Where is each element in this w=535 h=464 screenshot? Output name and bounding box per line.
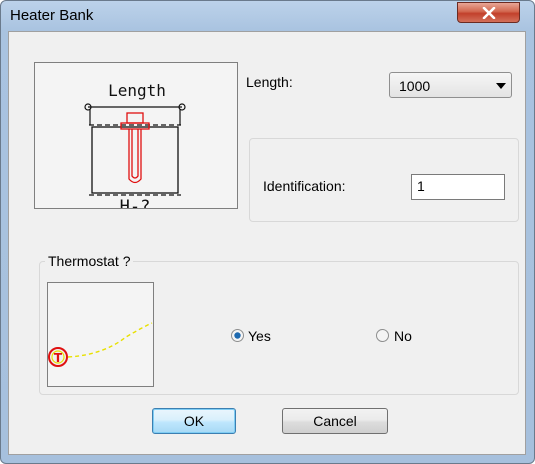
dialog-window: Heater Bank Length H-? Length: 1000 Iden… xyxy=(0,0,535,464)
title-bar[interactable]: Heater Bank xyxy=(1,1,534,31)
no-label[interactable]: No xyxy=(394,328,412,344)
length-label: Length: xyxy=(246,74,293,90)
close-icon xyxy=(482,7,496,19)
thermostat-picture: T xyxy=(47,282,154,387)
thermostat-group-title: Thermostat ? xyxy=(45,253,134,269)
picture-length-label: Length xyxy=(108,81,166,100)
picture-identification-label: H-? xyxy=(120,197,151,208)
yes-label[interactable]: Yes xyxy=(248,328,271,344)
ok-button[interactable]: OK xyxy=(152,408,236,434)
yes-radio[interactable] xyxy=(231,329,244,342)
thermostat-diagram: T xyxy=(48,322,153,367)
close-button[interactable] xyxy=(457,2,520,23)
identification-label: Identification: xyxy=(263,178,346,194)
cancel-button[interactable]: Cancel xyxy=(282,408,388,434)
length-dropdown[interactable]: 1000 xyxy=(389,72,512,98)
no-radio[interactable] xyxy=(376,329,389,342)
heater-bank-picture: Length H-? xyxy=(34,62,238,217)
identification-input[interactable]: 1 xyxy=(411,174,505,200)
dialog-client-area: Length H-? Length: 1000 Identification: … xyxy=(8,31,526,455)
thermostat-symbol: T xyxy=(54,351,63,365)
length-value: 1000 xyxy=(399,78,431,94)
chevron-down-icon xyxy=(496,83,506,89)
heater-bank-diagram: Length H-? xyxy=(84,81,186,217)
window-title: Heater Bank xyxy=(10,7,94,24)
